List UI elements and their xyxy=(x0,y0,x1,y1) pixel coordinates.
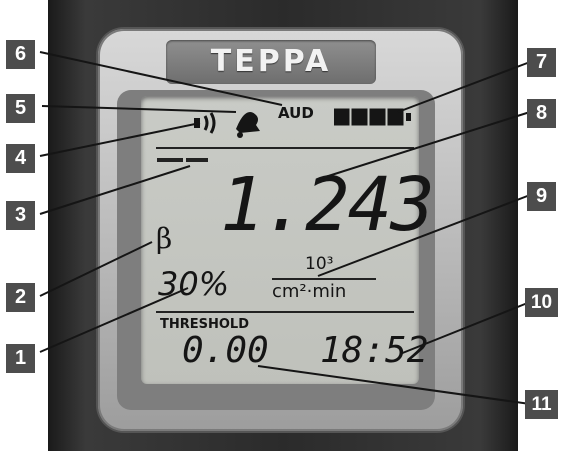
callout-3: 3 xyxy=(6,201,35,230)
callout-1: 1 xyxy=(6,344,35,373)
callout-4: 4 xyxy=(6,144,35,173)
callout-8: 8 xyxy=(527,99,556,128)
callout-5: 5 xyxy=(6,94,35,123)
callout-9: 9 xyxy=(527,182,556,211)
device-diagram: TEPPA AUD 1.243 β 30% 10³ cm²·min THRESH… xyxy=(0,0,561,451)
callout-7: 7 xyxy=(527,48,556,77)
leader-lines xyxy=(39,51,531,405)
callout-11: 11 xyxy=(525,390,558,419)
callout-2: 2 xyxy=(6,283,35,312)
callout-6: 6 xyxy=(6,40,35,69)
callout-10: 10 xyxy=(525,288,558,317)
